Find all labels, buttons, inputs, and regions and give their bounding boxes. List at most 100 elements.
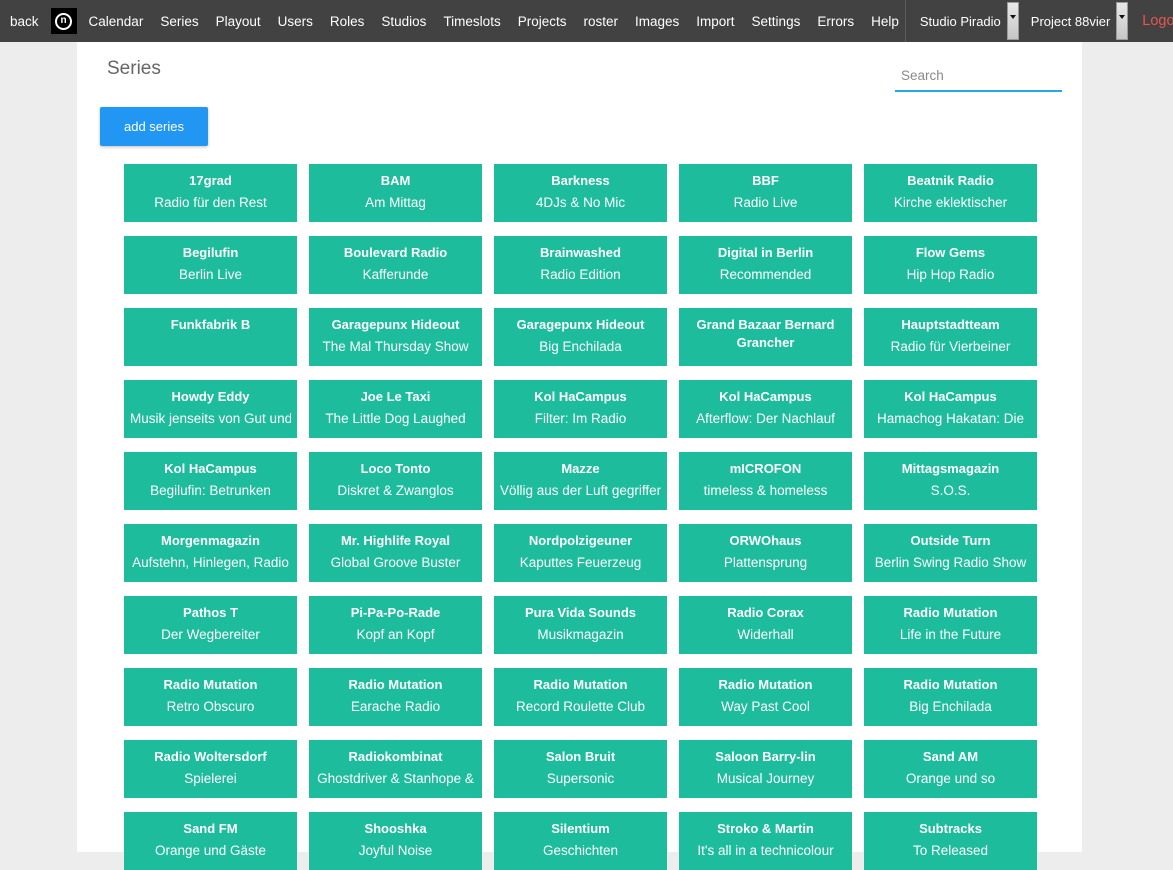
series-title: Mazze [500, 460, 661, 478]
series-subtitle: Geschichten [500, 842, 661, 859]
nav-item-studios[interactable]: Studios [381, 14, 426, 29]
series-title: 17grad [130, 172, 291, 190]
series-card[interactable]: Boulevard Radio Kafferunde [309, 236, 482, 294]
series-subtitle: Big Enchilada [500, 338, 661, 355]
series-subtitle: Begilufin: Betrunken [130, 482, 291, 499]
series-card[interactable]: Nordpolzigeuner Kaputtes Feuerzeug [494, 524, 667, 582]
series-card[interactable]: Saloon Barry-lin Musical Journey [679, 740, 852, 798]
series-title: Grand Bazaar Bernard Grancher [685, 316, 846, 352]
series-card[interactable]: Silentium Geschichten [494, 812, 667, 870]
series-title: Pura Vida Sounds [500, 604, 661, 622]
series-subtitle: Life in the Future [870, 626, 1031, 643]
series-subtitle: Radio Edition [500, 266, 661, 283]
nav-item-settings[interactable]: Settings [752, 14, 801, 29]
series-card[interactable]: Radio Mutation Life in the Future [864, 596, 1037, 654]
series-card[interactable]: Mazze Völlig aus der Luft gegriffen [494, 452, 667, 510]
series-title: Kol HaCampus [130, 460, 291, 478]
series-card[interactable]: ORWOhaus Plattensprung [679, 524, 852, 582]
series-title: Barkness [500, 172, 661, 190]
chevron-down-icon [1007, 2, 1019, 40]
series-card[interactable]: Loco Tonto Diskret & Zwanglos [309, 452, 482, 510]
series-card[interactable]: Radio Mutation Retro Obscuro [124, 668, 297, 726]
nav-item-import[interactable]: Import [696, 14, 734, 29]
nav-item-users[interactable]: Users [278, 14, 313, 29]
series-card[interactable]: Beatnik Radio Kirche eklektischer [864, 164, 1037, 222]
series-title: Radio Corax [685, 604, 846, 622]
series-subtitle: Berlin Live [130, 266, 291, 283]
series-subtitle: Musik jenseits von Gut und [130, 410, 291, 427]
series-card[interactable]: Morgenmagazin Aufstehn, Hinlegen, Radio [124, 524, 297, 582]
series-card[interactable]: Digital in Berlin Recommended [679, 236, 852, 294]
series-card[interactable]: Pura Vida Sounds Musikmagazin [494, 596, 667, 654]
series-subtitle: Earache Radio [315, 698, 476, 715]
series-subtitle: Orange und so [870, 770, 1031, 787]
series-title: BBF [685, 172, 846, 190]
series-card[interactable]: Garagepunx Hideout Big Enchilada [494, 308, 667, 366]
series-subtitle: The Mal Thursday Show [315, 338, 476, 355]
series-card[interactable]: Kol HaCampus Afterflow: Der Nachlauf [679, 380, 852, 438]
studio-select[interactable]: Studio Piradio [916, 0, 1019, 42]
logout-link[interactable]: Logout [1142, 13, 1173, 29]
series-card[interactable]: Joe Le Taxi The Little Dog Laughed [309, 380, 482, 438]
series-card[interactable]: Subtracks To Released [864, 812, 1037, 870]
series-title: Brainwashed [500, 244, 661, 262]
nav-item-roster[interactable]: roster [583, 14, 618, 29]
search-wrap [895, 60, 1062, 92]
series-card[interactable]: Sand AM Orange und so [864, 740, 1037, 798]
series-card[interactable]: Radiokombinat Ghostdriver & Stanhope & [309, 740, 482, 798]
back-link[interactable]: back [10, 14, 39, 29]
nav-item-help[interactable]: Help [871, 14, 899, 29]
nav-item-roles[interactable]: Roles [330, 14, 365, 29]
series-card[interactable]: Pi-Pa-Po-Rade Kopf an Kopf [309, 596, 482, 654]
series-card[interactable]: Radio Woltersdorf Spielerei [124, 740, 297, 798]
nav-item-playout[interactable]: Playout [216, 14, 261, 29]
nav-item-series[interactable]: Series [160, 14, 198, 29]
series-card[interactable]: Radio Mutation Way Past Cool [679, 668, 852, 726]
series-card[interactable]: Sand FM Orange und Gäste [124, 812, 297, 870]
series-card[interactable]: BBF Radio Live [679, 164, 852, 222]
series-card[interactable]: Radio Mutation Record Roulette Club [494, 668, 667, 726]
series-card[interactable]: Mittagsmagazin S.O.S. [864, 452, 1037, 510]
project-select[interactable]: Project 88vier [1027, 0, 1128, 42]
series-title: Kol HaCampus [685, 388, 846, 406]
top-navbar: back n Calendar Series Playout Users Roles St… [0, 0, 1173, 42]
series-card[interactable]: Howdy Eddy Musik jenseits von Gut und [124, 380, 297, 438]
series-card[interactable]: Stroko & Martin It's all in a technicolo… [679, 812, 852, 870]
series-card[interactable]: mICROFON timeless & homeless [679, 452, 852, 510]
series-card[interactable]: Radio Mutation Earache Radio [309, 668, 482, 726]
series-title: Garagepunx Hideout [315, 316, 476, 334]
series-card[interactable]: Radio Corax Widerhall [679, 596, 852, 654]
nav-item-timeslots[interactable]: Timeslots [443, 14, 500, 29]
series-card[interactable]: Pathos T Der Wegbereiter [124, 596, 297, 654]
add-series-button[interactable]: add series [100, 107, 208, 146]
series-card[interactable]: 17grad Radio für den Rest [124, 164, 297, 222]
series-title: Radio Mutation [500, 676, 661, 694]
series-card[interactable]: BAM Am Mittag [309, 164, 482, 222]
series-card[interactable]: Grand Bazaar Bernard Grancher [679, 308, 852, 366]
series-card[interactable]: Begilufin Berlin Live [124, 236, 297, 294]
series-card[interactable]: Kol HaCampus Filter: Im Radio [494, 380, 667, 438]
series-card[interactable]: Mr. Highlife Royal Global Groove Buster [309, 524, 482, 582]
series-card[interactable]: Flow Gems Hip Hop Radio [864, 236, 1037, 294]
series-card[interactable]: Radio Mutation Big Enchilada [864, 668, 1037, 726]
series-subtitle: Kopf an Kopf [315, 626, 476, 643]
nav-item-errors[interactable]: Errors [817, 14, 854, 29]
content-panel: Series add series 17grad Radio für den R… [77, 42, 1082, 852]
series-card[interactable]: Kol HaCampus Begilufin: Betrunken [124, 452, 297, 510]
nav-item-projects[interactable]: Projects [518, 14, 567, 29]
nav-item-calendar[interactable]: Calendar [89, 14, 144, 29]
series-card[interactable]: Hauptstadtteam Radio für Vierbeiner [864, 308, 1037, 366]
series-card[interactable]: Funkfabrik B [124, 308, 297, 366]
series-card[interactable]: Shooshka Joyful Noise [309, 812, 482, 870]
series-card[interactable]: Outside Turn Berlin Swing Radio Show [864, 524, 1037, 582]
series-card[interactable]: Brainwashed Radio Edition [494, 236, 667, 294]
series-card[interactable]: Barkness 4DJs & No Mic [494, 164, 667, 222]
nav-item-images[interactable]: Images [635, 14, 679, 29]
series-title: Garagepunx Hideout [500, 316, 661, 334]
series-card[interactable]: Kol HaCampus Hamachog Hakatan: Die [864, 380, 1037, 438]
series-card[interactable]: Salon Bruit Supersonic [494, 740, 667, 798]
piradio-logo-icon[interactable]: n [51, 8, 77, 34]
series-title: Loco Tonto [315, 460, 476, 478]
series-card[interactable]: Garagepunx Hideout The Mal Thursday Show [309, 308, 482, 366]
search-input[interactable] [895, 60, 1062, 92]
